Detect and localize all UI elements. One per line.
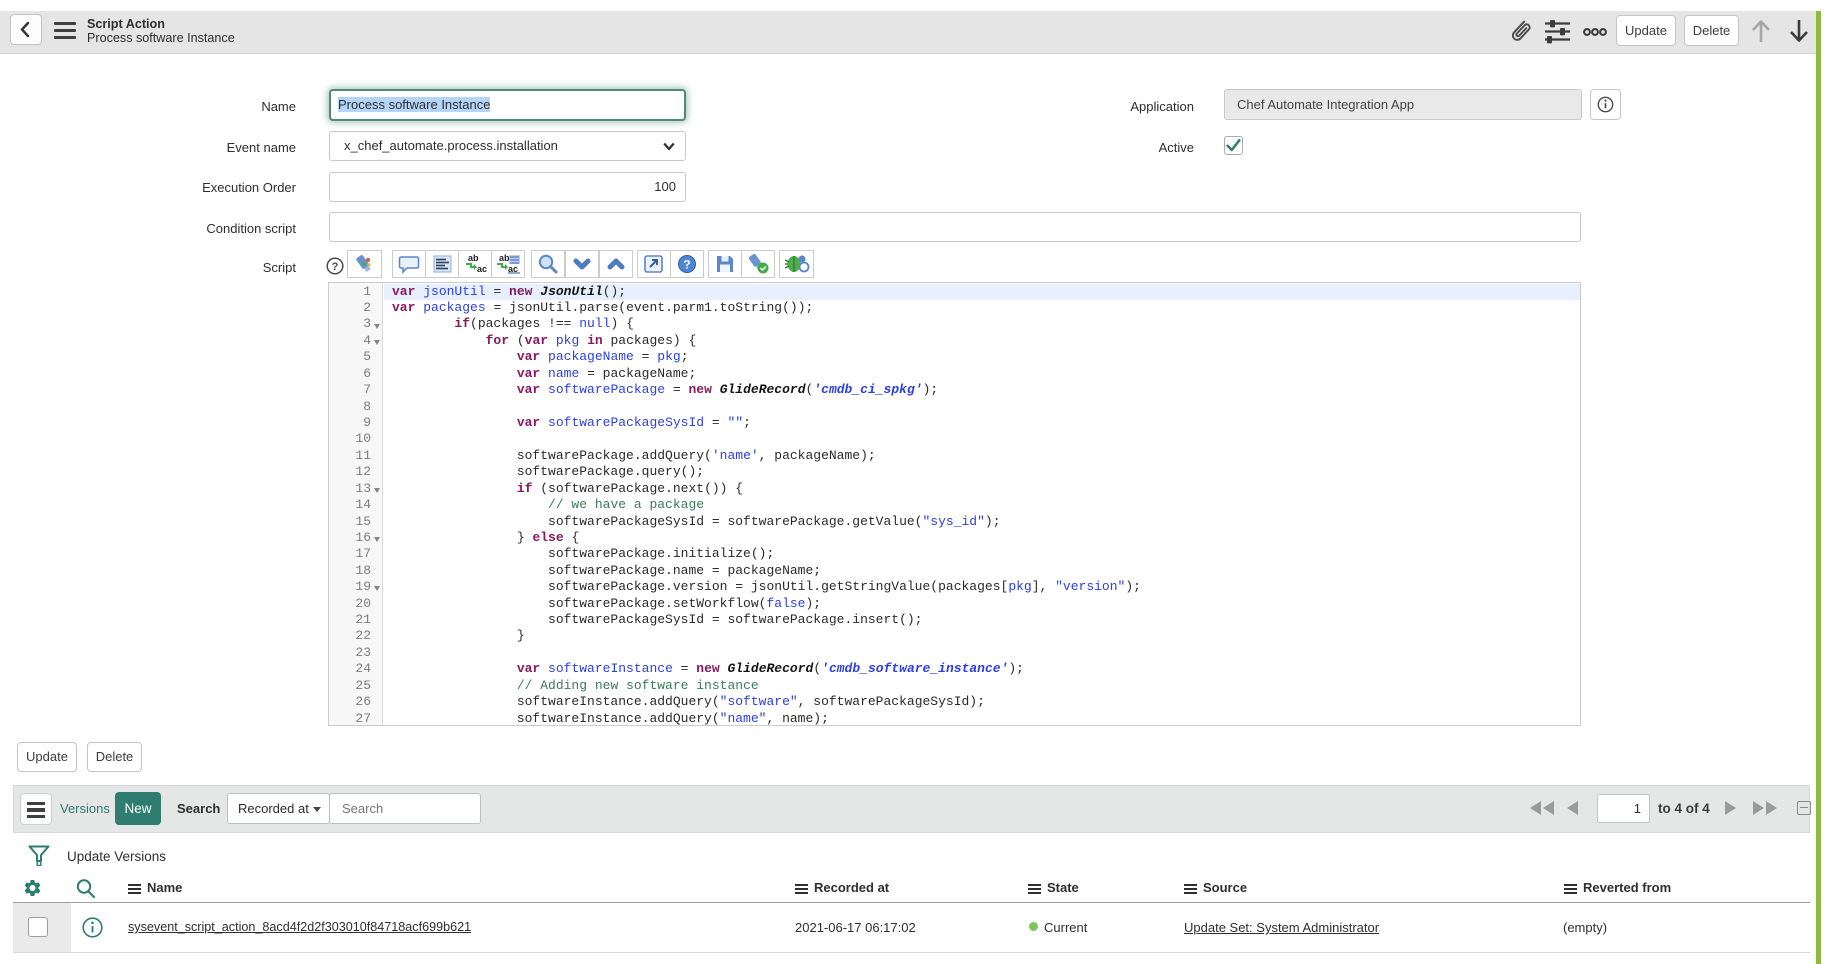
- svg-text:ab: ab: [468, 253, 479, 263]
- svg-text:?: ?: [683, 258, 690, 272]
- svg-text:ac: ac: [477, 264, 487, 274]
- svg-text:ab: ab: [499, 253, 510, 263]
- svg-text:?: ?: [332, 261, 339, 273]
